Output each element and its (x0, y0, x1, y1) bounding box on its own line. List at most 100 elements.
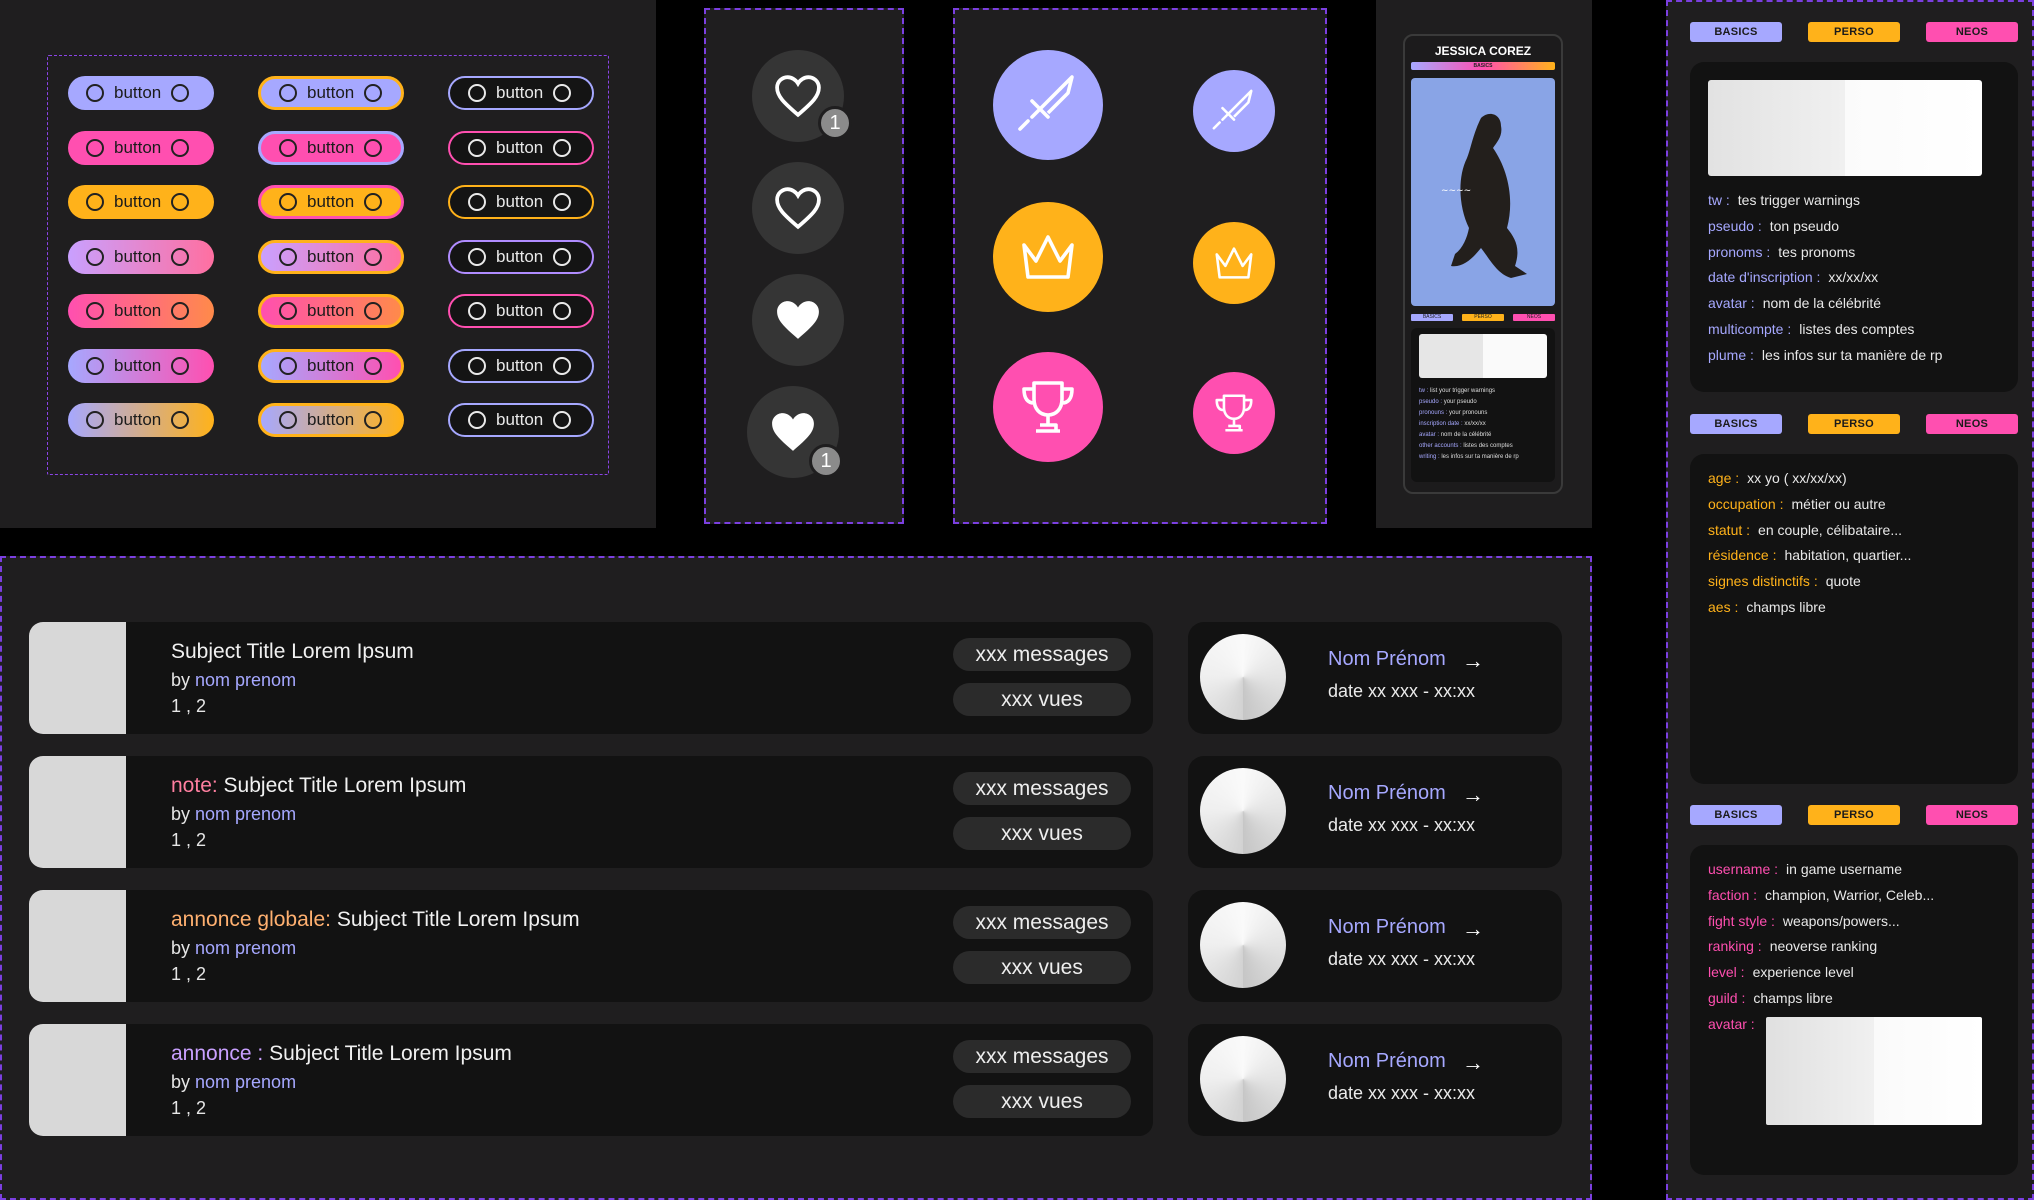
topic-pages[interactable]: 1 , 2 (171, 964, 206, 985)
style-button[interactable]: button (68, 348, 214, 383)
profile-tab-basics[interactable]: BASICS (1411, 314, 1453, 321)
circle-icon (364, 84, 383, 102)
style-button[interactable]: button (258, 130, 404, 165)
field-value: champs libre (1746, 599, 1826, 615)
style-button[interactable]: button (448, 130, 594, 165)
profile-card: JESSICA COREZ BASICS ~~~~ BASICS PERSO N… (1403, 34, 1563, 494)
style-button[interactable]: button (258, 294, 404, 328)
style-button[interactable]: button (448, 185, 594, 219)
profile-field: age : xx yo ( xx/xx/xx) (1708, 470, 1847, 486)
badge-icons-panel (953, 8, 1327, 524)
trophy-badge[interactable] (993, 352, 1103, 462)
field-key: ranking : (1708, 938, 1762, 955)
arrow-right-icon[interactable]: → (1462, 1050, 1484, 1076)
topic-row[interactable]: annonce : Subject Title Lorem Ipsum by n… (29, 1024, 1153, 1136)
tab-basics[interactable]: BASICS (1690, 805, 1782, 825)
style-button[interactable]: button (258, 76, 404, 110)
topic-title[interactable]: Subject Title Lorem Ipsum (171, 640, 414, 664)
topic-author[interactable]: nom prenom (195, 670, 296, 690)
topic-pages[interactable]: 1 , 2 (171, 830, 206, 851)
last-post-author[interactable]: Nom Prénom (1328, 916, 1446, 939)
crown-badge[interactable] (1193, 222, 1275, 304)
field-key: avatar : (1708, 295, 1755, 312)
like-button[interactable] (752, 162, 844, 254)
last-post-author[interactable]: Nom Prénom (1328, 648, 1446, 671)
profile-tabbar: BASICS PERSO NEOS (1690, 22, 2018, 42)
topic-title[interactable]: note: Subject Title Lorem Ipsum (171, 774, 466, 798)
tab-neos[interactable]: NEOS (1926, 414, 2018, 434)
sword-badge[interactable] (993, 50, 1103, 160)
field-key: plume : (1708, 346, 1754, 363)
tab-basics[interactable]: BASICS (1690, 414, 1782, 434)
topic-pages[interactable]: 1 , 2 (171, 696, 206, 717)
tab-neos[interactable]: NEOS (1926, 805, 2018, 825)
circle-icon (468, 302, 486, 320)
style-button[interactable]: button (68, 239, 214, 274)
last-post-card[interactable]: Nom Prénom → date xx xxx - xx:xx (1188, 756, 1562, 868)
profile-tab-neos[interactable]: NEOS (1513, 314, 1555, 321)
style-button[interactable]: button (448, 239, 594, 274)
field-value: nom de la célébrité (1762, 295, 1881, 312)
button-label: button (307, 355, 355, 375)
topic-author[interactable]: nom prenom (195, 804, 296, 824)
last-post-author[interactable]: Nom Prénom (1328, 782, 1446, 805)
tab-perso[interactable]: PERSO (1808, 22, 1900, 42)
style-button[interactable]: button (68, 185, 214, 219)
last-post-author[interactable]: Nom Prénom (1328, 1050, 1446, 1073)
trophy-badge[interactable] (1193, 372, 1275, 454)
style-button[interactable]: button (68, 294, 214, 328)
button-label: button (496, 192, 544, 211)
like-button[interactable]: 1 (752, 50, 852, 142)
style-button[interactable]: button (448, 76, 594, 110)
last-post-card[interactable]: Nom Prénom → date xx xxx - xx:xx (1188, 1024, 1562, 1136)
arrow-right-icon[interactable]: → (1462, 916, 1484, 942)
last-post-card[interactable]: Nom Prénom → date xx xxx - xx:xx (1188, 890, 1562, 1002)
tab-neos[interactable]: NEOS (1926, 22, 2018, 42)
circle-icon (468, 411, 486, 429)
style-button[interactable]: button (448, 348, 594, 383)
field-key: multicompte : (1708, 321, 1792, 337)
tab-perso[interactable]: PERSO (1808, 805, 1900, 825)
style-button[interactable]: button (448, 403, 594, 437)
topic-title-text: Subject Title Lorem Ipsum (171, 640, 414, 663)
style-button[interactable]: button (258, 348, 404, 383)
style-button[interactable]: button (68, 76, 214, 110)
topic-pages[interactable]: 1 , 2 (171, 1098, 206, 1119)
topic-title[interactable]: annonce globale: Subject Title Lorem Ips… (171, 908, 580, 932)
profile-tabbar: BASICS PERSO NEOS (1690, 805, 2018, 825)
topic-row[interactable]: note: Subject Title Lorem Ipsum by nom p… (29, 756, 1153, 868)
topic-author[interactable]: nom prenom (195, 938, 296, 958)
tab-perso[interactable]: PERSO (1808, 414, 1900, 434)
topic-author-line: by nom prenom (171, 670, 296, 691)
topic-prefix: annonce globale: (171, 908, 337, 931)
profile-field: avatar : nom de la célébrité (1708, 295, 1881, 311)
style-button[interactable]: button (68, 403, 214, 437)
topic-row[interactable]: Subject Title Lorem Ipsum by nom prenom … (29, 622, 1153, 734)
style-button[interactable]: button (258, 185, 404, 219)
last-post-card[interactable]: Nom Prénom → date xx xxx - xx:xx (1188, 622, 1562, 734)
field-key: faction : (1708, 886, 1758, 903)
row-key: writing : (1419, 454, 1440, 460)
liked-button[interactable]: 1 (747, 386, 843, 478)
arrow-right-icon[interactable]: → (1462, 648, 1484, 674)
button-label: button (496, 355, 544, 375)
style-button[interactable]: button (448, 294, 594, 328)
circle-icon (86, 356, 104, 375)
arrow-right-icon[interactable]: → (1462, 782, 1484, 808)
topic-title[interactable]: annonce : Subject Title Lorem Ipsum (171, 1042, 512, 1066)
sword-badge[interactable] (1193, 70, 1275, 152)
profile-name: JESSICA COREZ (1434, 44, 1532, 58)
style-button[interactable]: button (258, 403, 404, 437)
liked-button[interactable] (752, 274, 844, 366)
style-button[interactable]: button (258, 239, 404, 274)
style-button[interactable]: button (68, 130, 214, 165)
button-label: button (496, 83, 544, 102)
profile-tab-perso[interactable]: PERSO (1462, 314, 1504, 321)
crown-badge[interactable] (993, 202, 1103, 312)
tab-basics[interactable]: BASICS (1690, 22, 1782, 42)
row-key: other accounts : (1419, 443, 1462, 449)
topic-row[interactable]: annonce globale: Subject Title Lorem Ips… (29, 890, 1153, 1002)
topic-author[interactable]: nom prenom (195, 1072, 296, 1092)
topic-thumbnail (29, 622, 126, 734)
views-count: xxx vues (953, 683, 1131, 716)
